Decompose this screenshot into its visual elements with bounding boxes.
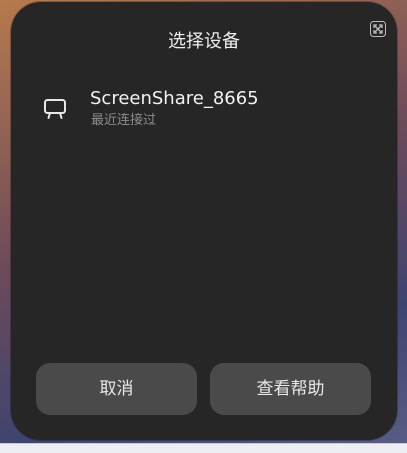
- view-help-button[interactable]: 查看帮助: [210, 363, 371, 415]
- tv-icon: [44, 99, 66, 119]
- taskbar-strip: [0, 443, 407, 453]
- cancel-button[interactable]: 取消: [36, 363, 197, 415]
- device-list-item[interactable]: ScreenShare_8665 最近连接过: [30, 84, 370, 138]
- dialog-title: 选择设备: [168, 31, 240, 52]
- device-name: ScreenShare_8665: [90, 88, 259, 109]
- device-status: 最近连接过: [91, 113, 157, 128]
